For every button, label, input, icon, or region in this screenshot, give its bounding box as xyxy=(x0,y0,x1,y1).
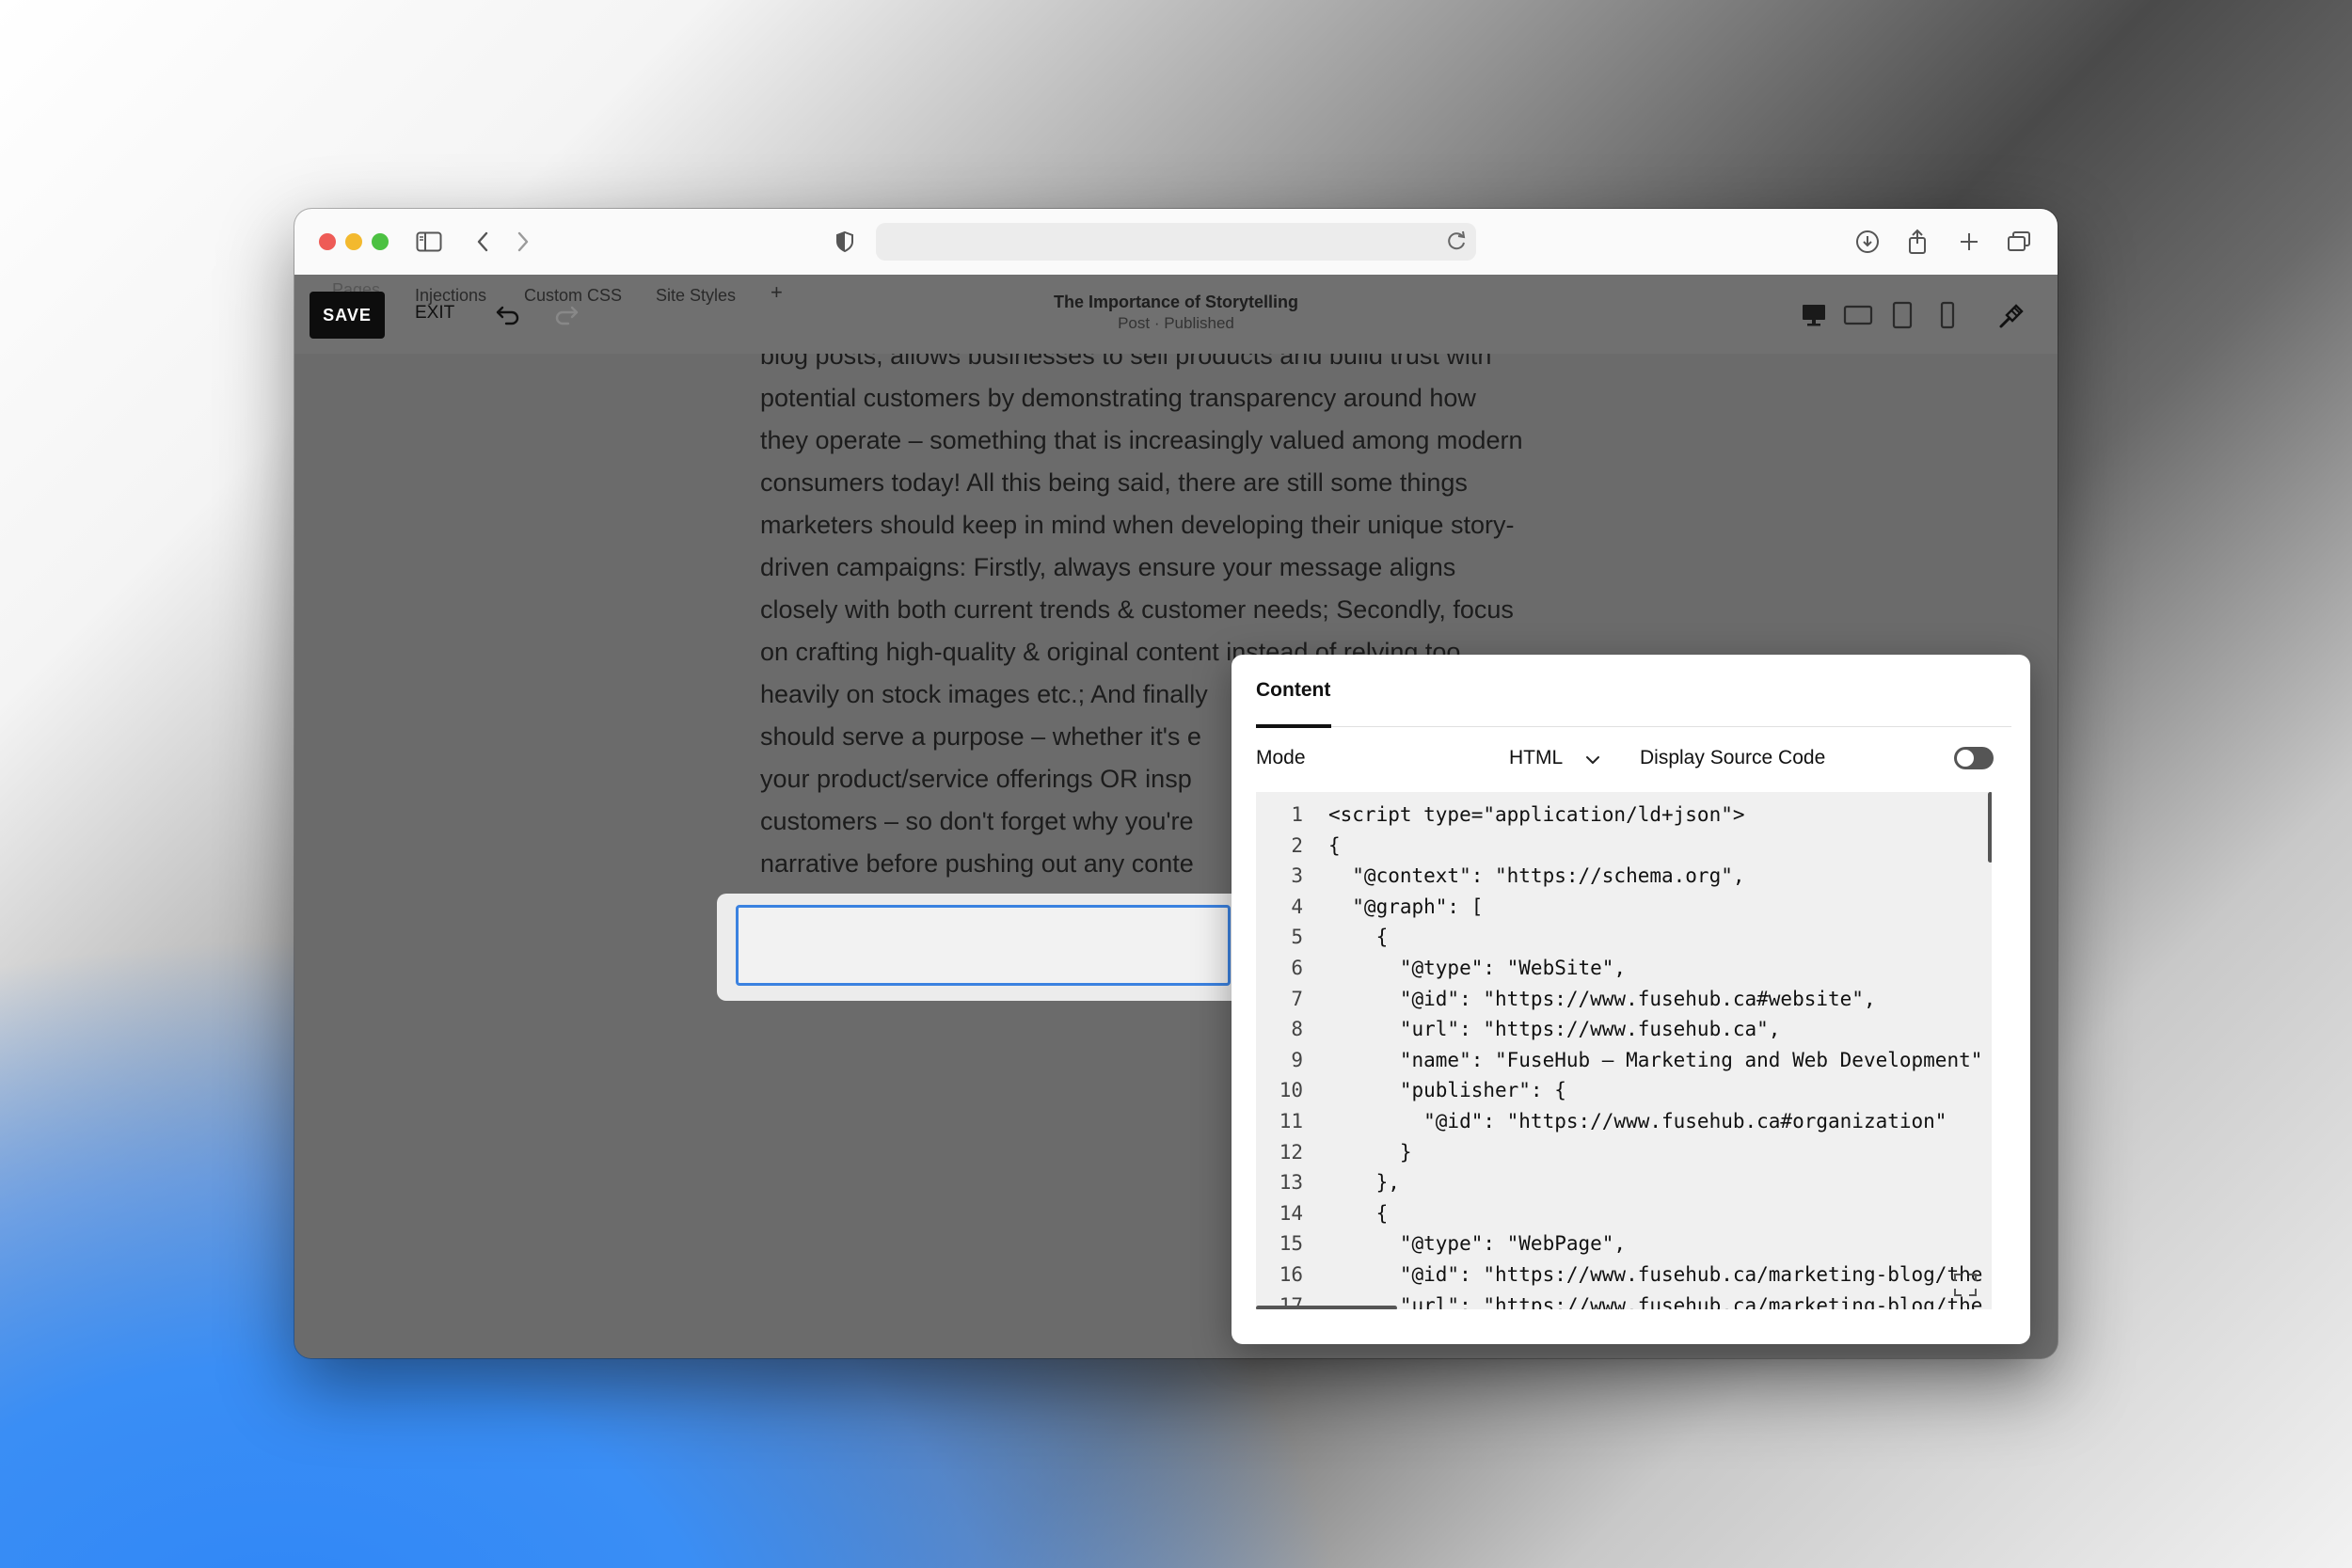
mode-select[interactable]: HTML xyxy=(1509,747,1563,769)
forward-icon[interactable] xyxy=(507,226,539,258)
line-number: 6 xyxy=(1291,957,1303,979)
tablet-landscape-view-icon[interactable] xyxy=(1842,299,1874,331)
code-line[interactable]: 6 "@type": "WebSite", xyxy=(1256,953,1992,983)
code-text: "@id": "https://www.fusehub.ca#website", xyxy=(1328,987,1876,1010)
article-line: closely with both current trends & custo… xyxy=(760,595,1514,624)
line-number: 7 xyxy=(1291,987,1303,1010)
line-number: 13 xyxy=(1279,1171,1303,1195)
line-number: 1 xyxy=(1291,803,1303,826)
display-source-code-toggle[interactable] xyxy=(1954,747,1994,769)
code-text: "publisher": { xyxy=(1328,1079,1566,1102)
article-line: they operate – something that is increas… xyxy=(760,426,1523,454)
chevron-down-icon[interactable] xyxy=(1581,749,1604,771)
active-tab-indicator xyxy=(1256,724,1331,728)
zoom-window-button[interactable] xyxy=(372,233,389,250)
code-line[interactable]: 4 "@graph": [ xyxy=(1256,892,1992,922)
editor-toolbar: Pages SAVE Injections Custom CSS Site St… xyxy=(294,275,2058,354)
code-text: "url": "https://www.fusehub.ca/marketing… xyxy=(1328,1293,1983,1309)
code-text: "name": "FuseHub – Marketing and Web Dev… xyxy=(1328,1048,1983,1071)
back-icon[interactable] xyxy=(467,226,499,258)
line-number: 5 xyxy=(1291,926,1303,949)
line-number: 15 xyxy=(1279,1232,1303,1256)
code-line[interactable]: 5 { xyxy=(1256,922,1992,952)
line-number: 11 xyxy=(1279,1110,1303,1132)
horizontal-scrollbar[interactable] xyxy=(1256,1306,1397,1309)
code-text: { xyxy=(1328,833,1341,857)
code-text: }, xyxy=(1328,1171,1400,1195)
code-text: { xyxy=(1328,926,1389,949)
code-text: "@id": "https://www.fusehub.ca#organizat… xyxy=(1328,1110,1947,1132)
code-block[interactable] xyxy=(717,894,1244,1001)
desktop-view-icon[interactable] xyxy=(1798,299,1830,331)
line-number: 16 xyxy=(1279,1263,1303,1286)
mobile-view-icon[interactable] xyxy=(1931,299,1963,331)
code-text: "@type": "WebPage", xyxy=(1328,1232,1627,1256)
reload-icon[interactable] xyxy=(1446,229,1469,258)
vertical-scrollbar[interactable] xyxy=(1988,792,1992,863)
code-text: { xyxy=(1328,1201,1389,1225)
code-block-selection[interactable] xyxy=(736,905,1231,986)
close-window-button[interactable] xyxy=(319,233,336,250)
post-title: The Importance of Storytelling xyxy=(1053,293,1299,311)
article-line: consumers today! All this being said, th… xyxy=(760,468,1468,497)
code-text: <script type="application/ld+json"> xyxy=(1328,803,1745,826)
code-line[interactable]: 14 { xyxy=(1256,1198,1992,1228)
article-line: potential customers by demonstrating tra… xyxy=(760,384,1476,412)
display-source-code-label: Display Source Code xyxy=(1640,747,1826,768)
code-text: "@id": "https://www.fusehub.ca/marketing… xyxy=(1328,1263,1983,1286)
browser-toolbar xyxy=(294,209,2058,276)
code-line[interactable]: 13 }, xyxy=(1256,1167,1992,1197)
mode-label: Mode xyxy=(1256,747,1306,768)
code-line[interactable]: 12 } xyxy=(1256,1137,1992,1167)
share-icon[interactable] xyxy=(1901,226,1933,258)
article-line: driven campaigns: Firstly, always ensure… xyxy=(760,553,1456,581)
code-line[interactable]: 16 "@id": "https://www.fusehub.ca/market… xyxy=(1256,1259,1992,1290)
shield-icon[interactable] xyxy=(829,226,861,258)
code-line[interactable]: 2{ xyxy=(1256,831,1992,861)
code-text: "@type": "WebSite", xyxy=(1328,957,1627,979)
line-number: 8 xyxy=(1291,1018,1303,1041)
line-number: 14 xyxy=(1279,1201,1303,1225)
code-line[interactable]: 8 "url": "https://www.fusehub.ca", xyxy=(1256,1014,1992,1044)
expand-icon[interactable] xyxy=(1952,1272,1979,1298)
line-number: 2 xyxy=(1291,833,1303,857)
code-line[interactable]: 11 "@id": "https://www.fusehub.ca#organi… xyxy=(1256,1106,1992,1136)
post-status: Post · Published xyxy=(1118,314,1234,332)
new-tab-icon[interactable] xyxy=(1953,226,1985,258)
code-text: "@graph": [ xyxy=(1328,895,1484,918)
code-line[interactable]: 15 "@type": "WebPage", xyxy=(1256,1228,1992,1259)
code-line[interactable]: 3 "@context": "https://schema.org", xyxy=(1256,861,1992,891)
code-line[interactable]: 7 "@id": "https://www.fusehub.ca#website… xyxy=(1256,984,1992,1014)
tab-content[interactable]: Content xyxy=(1256,679,1330,702)
code-text: "@context": "https://schema.org", xyxy=(1328,864,1745,888)
line-number: 4 xyxy=(1291,895,1303,918)
sidebar-icon[interactable] xyxy=(413,226,445,258)
article-line: marketers should keep in mind when devel… xyxy=(760,511,1515,539)
line-number: 12 xyxy=(1279,1140,1303,1164)
panel-divider xyxy=(1256,726,2011,727)
minimize-window-button[interactable] xyxy=(345,233,362,250)
article-line: blog posts, allows businesses to sell pr… xyxy=(760,354,1492,370)
code-line[interactable]: 10 "publisher": { xyxy=(1256,1075,1992,1105)
line-number: 10 xyxy=(1279,1079,1303,1102)
tablet-portrait-view-icon[interactable] xyxy=(1886,299,1918,331)
toggle-knob xyxy=(1957,750,1974,767)
tabs-overview-icon[interactable] xyxy=(2003,226,2035,258)
address-bar[interactable] xyxy=(876,223,1476,261)
code-editor[interactable]: 1 <script type="application/ld+json"> 2{3 … xyxy=(1256,792,1992,1309)
site-styles-brush-icon[interactable] xyxy=(1996,299,2028,331)
code-line[interactable]: 9 "name": "FuseHub – Marketing and Web D… xyxy=(1256,1045,1992,1075)
download-icon[interactable] xyxy=(1851,226,1883,258)
code-line[interactable]: 1 <script type="application/ld+json"> xyxy=(1256,800,1992,830)
code-block-editor-panel: Content Mode HTML Display Source Code 1 <… xyxy=(1232,655,2030,1344)
line-number: 3 xyxy=(1291,864,1303,888)
code-text: "url": "https://www.fusehub.ca", xyxy=(1328,1018,1781,1041)
code-text: } xyxy=(1328,1140,1412,1164)
line-number: 9 xyxy=(1291,1048,1303,1071)
